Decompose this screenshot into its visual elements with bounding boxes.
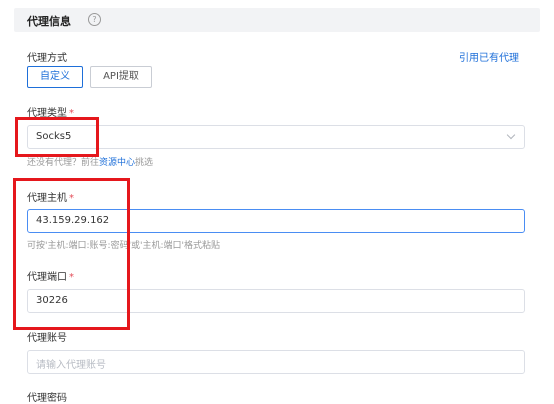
annotation-box-proxy-type [15, 117, 99, 157]
proxy-account-input[interactable]: 请输入代理账号 [27, 350, 525, 374]
custom-method-button[interactable]: 自定义 [27, 66, 83, 88]
proxy-method-label: 代理方式 [27, 53, 67, 64]
proxy-account-placeholder: 请输入代理账号 [36, 360, 106, 371]
api-extract-button[interactable]: API提取 [90, 66, 152, 88]
proxy-password-label: 代理密码 [27, 393, 67, 404]
chevron-down-icon [506, 130, 516, 140]
proxy-type-select[interactable]: Socks5 [27, 125, 525, 149]
section-header: 代理信息 ? [14, 8, 540, 32]
section-title: 代理信息 [27, 15, 71, 28]
help-icon[interactable]: ? [88, 13, 101, 26]
annotation-box-host-port [13, 178, 130, 330]
proxy-account-label: 代理账号 [27, 333, 67, 344]
resource-center-link[interactable]: 资源中心 [99, 158, 135, 168]
reference-existing-proxy-link[interactable]: 引用已有代理 [459, 49, 519, 64]
